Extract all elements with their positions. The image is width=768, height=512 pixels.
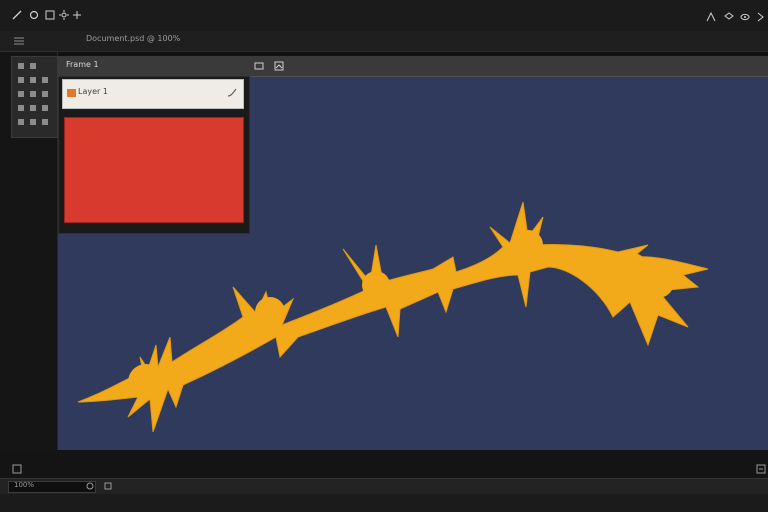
frame-icon[interactable]: [254, 61, 264, 71]
brush-icon[interactable]: [227, 88, 237, 98]
menu-icon[interactable]: [14, 36, 24, 46]
panel-expand-icon[interactable]: [756, 464, 766, 474]
canvas-tab-label: Frame 1: [66, 60, 99, 69]
panel-toggle-icon[interactable]: [12, 464, 22, 474]
zoom-value: 100%: [14, 481, 35, 489]
transform-icon[interactable]: [706, 12, 716, 22]
path-icon[interactable]: [29, 10, 39, 20]
image-icon[interactable]: [274, 61, 284, 71]
document-title-bar: Document.psd @ 100%: [0, 31, 768, 52]
settings-icon[interactable]: [59, 10, 69, 20]
layers-icon[interactable]: [724, 12, 734, 22]
tool-grid-icon[interactable]: [12, 57, 57, 137]
layer-thumb-icon: [67, 88, 77, 98]
move-icon[interactable]: [72, 10, 82, 20]
visibility-icon[interactable]: [740, 12, 750, 22]
layer-name: Layer 1: [78, 87, 108, 96]
canvas-header: [58, 56, 768, 77]
timeline-bar: [0, 478, 768, 494]
mask-icon[interactable]: [45, 10, 55, 20]
zoom-dropdown-icon[interactable]: [86, 482, 96, 492]
zoom-fit-icon[interactable]: [104, 482, 114, 492]
top-toolbar: [0, 0, 768, 32]
tools-panel: [11, 56, 58, 138]
chevron-right-icon[interactable]: [756, 12, 766, 22]
status-bar: [0, 494, 768, 512]
document-title: Document.psd @ 100%: [86, 34, 181, 43]
pen-icon[interactable]: [12, 10, 22, 20]
layer-thumbnail-red[interactable]: [64, 117, 244, 223]
